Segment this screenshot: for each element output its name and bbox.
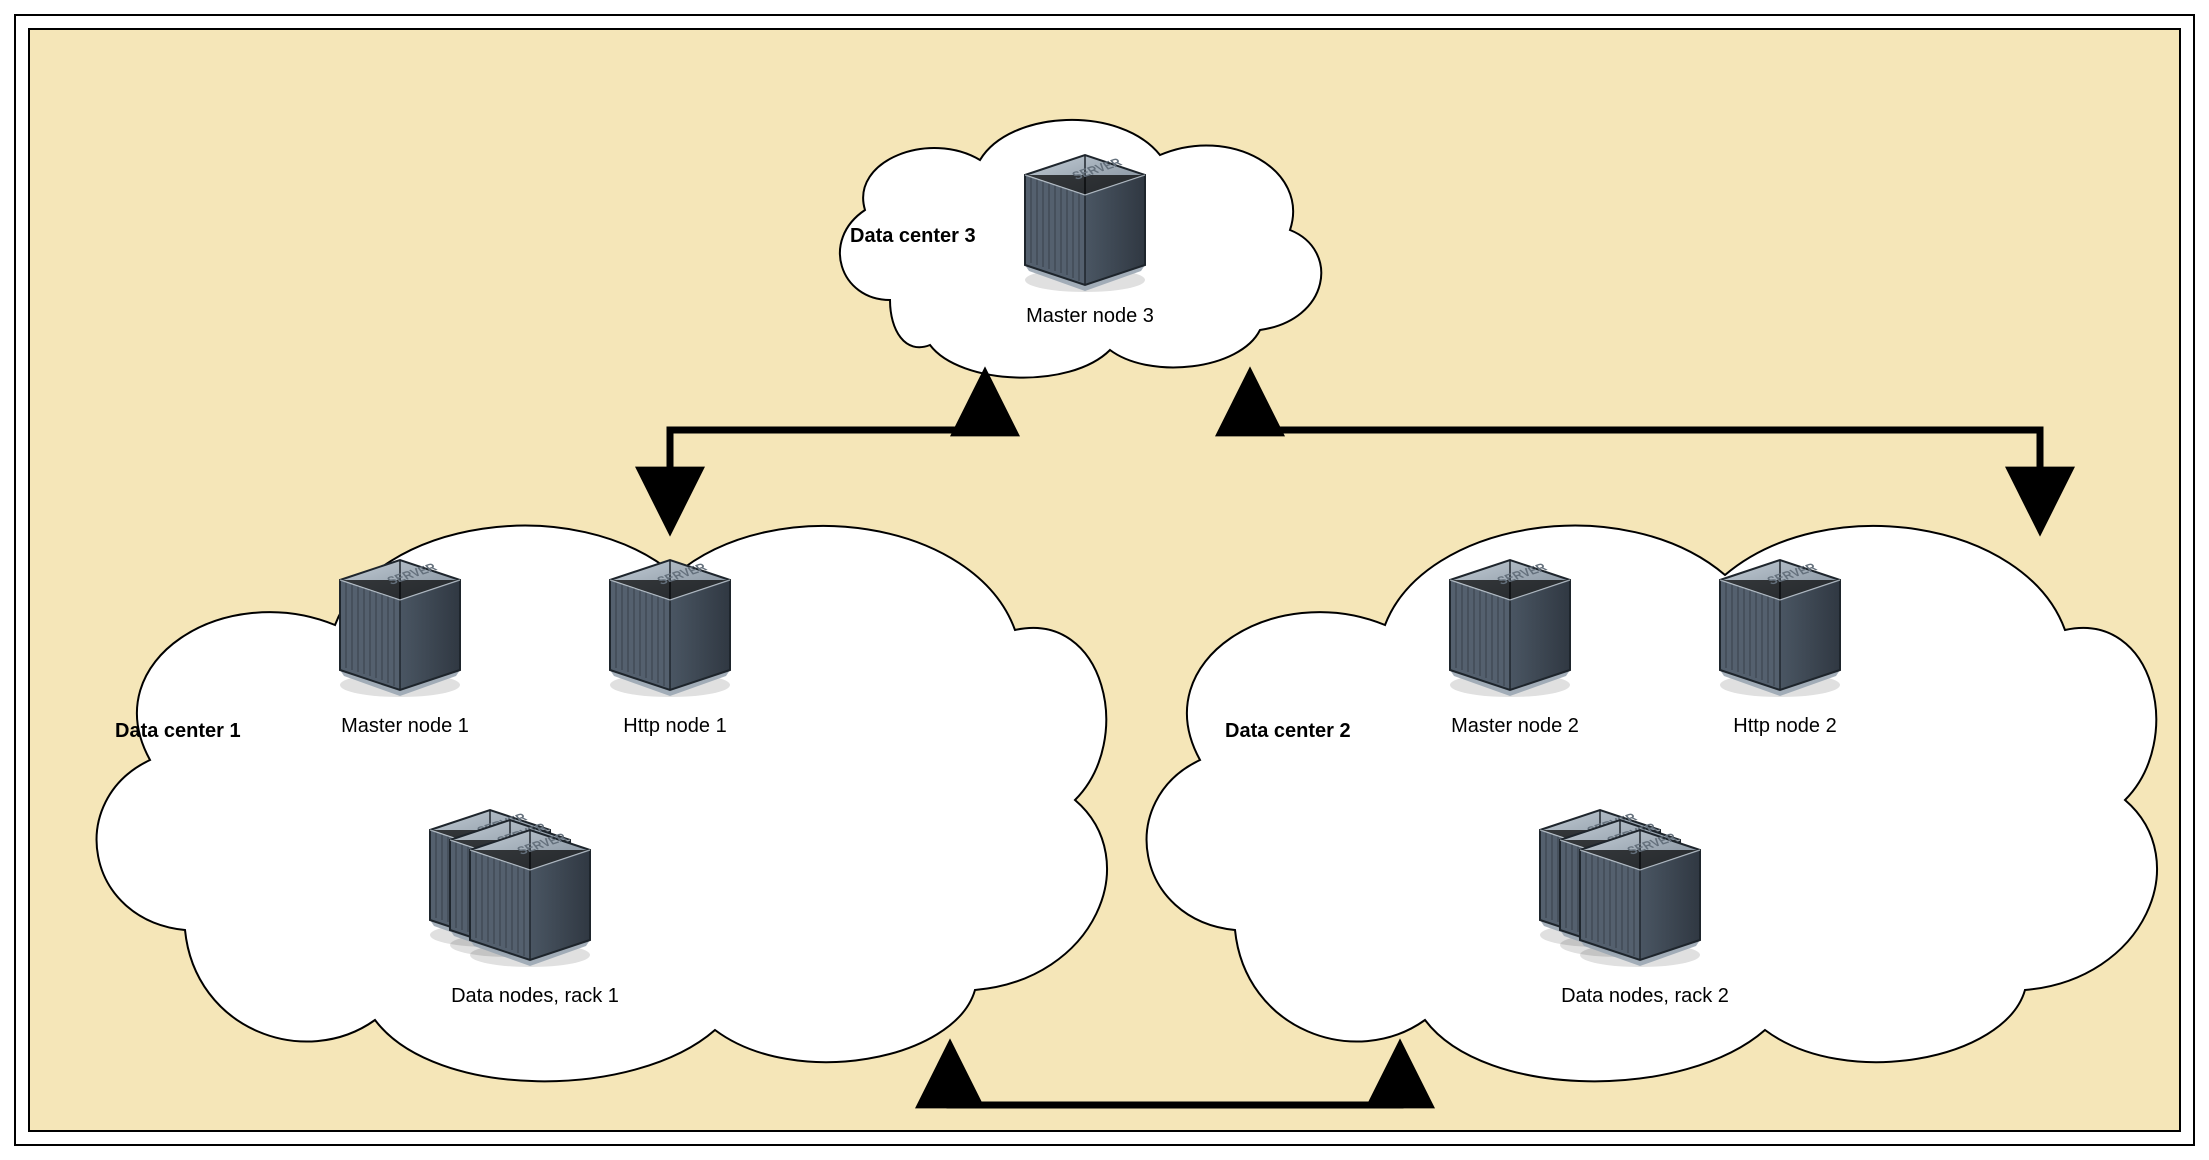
dc1-master-label: Master node 1 [310, 715, 500, 738]
dc3-master-label: Master node 3 [1000, 305, 1180, 328]
dc1-http-label: Http node 1 [590, 715, 760, 738]
dc2-title: Data center 2 [1225, 720, 1395, 743]
dc2-master-label: Master node 2 [1420, 715, 1610, 738]
server-http-1 [610, 560, 730, 697]
dc1-title: Data center 1 [115, 720, 285, 743]
server-master-3 [1025, 155, 1145, 292]
server-master-1 [340, 560, 460, 697]
architecture-diagram: SERVER [0, 0, 2209, 1160]
server-master-2 [1450, 560, 1570, 697]
server-http-2 [1720, 560, 1840, 697]
dc2-http-label: Http node 2 [1700, 715, 1870, 738]
dc1-data-label: Data nodes, rack 1 [410, 985, 660, 1008]
dc2-data-label: Data nodes, rack 2 [1520, 985, 1770, 1008]
dc3-title: Data center 3 [850, 225, 1010, 248]
